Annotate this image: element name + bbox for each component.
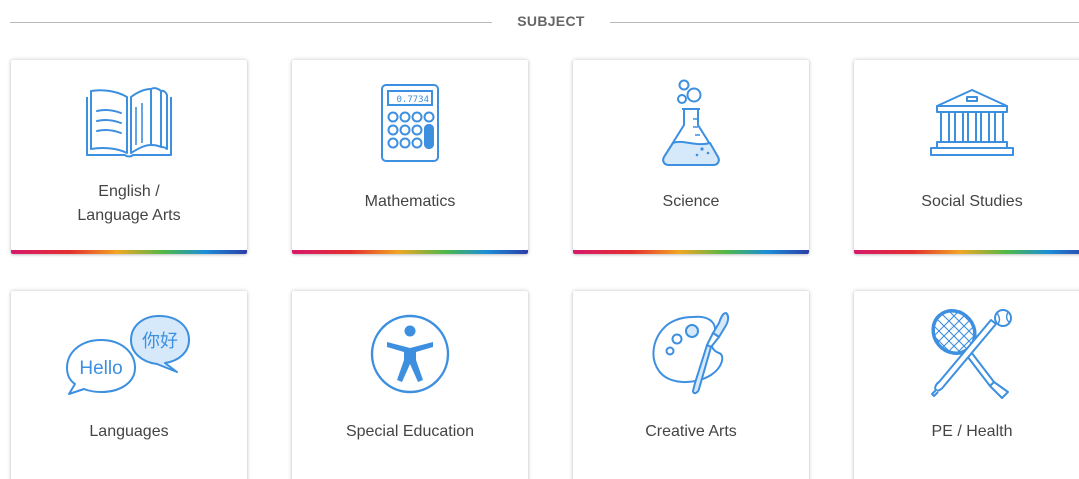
subject-label: English / Language Arts bbox=[77, 183, 181, 224]
rainbow-bar bbox=[573, 250, 809, 254]
section-title: SUBJECT bbox=[517, 13, 585, 29]
subject-label: PE / Health bbox=[931, 423, 1013, 440]
divider-left bbox=[10, 22, 492, 23]
subject-label: Languages bbox=[89, 423, 169, 440]
subject-label: Social Studies bbox=[921, 193, 1023, 210]
subject-card-science[interactable]: Science bbox=[573, 60, 809, 254]
rainbow-bar bbox=[11, 250, 247, 254]
subject-card-special-education[interactable]: Special Education bbox=[292, 291, 528, 479]
sports-equipment-icon bbox=[854, 306, 1079, 399]
subject-label: Mathematics bbox=[364, 193, 456, 210]
subject-card-creative-arts[interactable]: Creative Arts bbox=[573, 291, 809, 479]
svg-text:Hello: Hello bbox=[79, 358, 122, 379]
paint-palette-icon bbox=[573, 311, 809, 397]
subject-card-mathematics[interactable]: 0.7734 Mathematics bbox=[292, 60, 528, 254]
subject-label: Special Education bbox=[345, 423, 475, 440]
rainbow-bar bbox=[292, 250, 528, 254]
subject-card-english[interactable]: English / Language Arts bbox=[11, 60, 247, 254]
section-header: SUBJECT bbox=[10, 10, 1079, 34]
calculator-icon: 0.7734 bbox=[292, 80, 528, 166]
accessibility-icon bbox=[292, 311, 528, 397]
subject-card-social-studies[interactable]: Social Studies bbox=[854, 60, 1079, 254]
government-building-icon bbox=[854, 80, 1079, 166]
flask-icon bbox=[573, 79, 809, 166]
subject-label: Creative Arts bbox=[645, 423, 737, 440]
divider-right bbox=[610, 22, 1079, 23]
subject-card-languages[interactable]: 你好 Hello Languages bbox=[11, 291, 247, 479]
rainbow-bar bbox=[854, 250, 1079, 254]
speech-bubbles-icon: 你好 Hello bbox=[11, 311, 247, 397]
subject-card-pe-health[interactable]: PE / Health bbox=[854, 291, 1079, 479]
svg-text:你好: 你好 bbox=[142, 331, 178, 352]
subject-picker: SUBJECT English / Language Arts 0.7734 M… bbox=[0, 0, 1079, 479]
open-book-icon bbox=[11, 80, 247, 166]
subject-label: Science bbox=[662, 193, 720, 210]
svg-text:0.7734: 0.7734 bbox=[396, 95, 429, 105]
